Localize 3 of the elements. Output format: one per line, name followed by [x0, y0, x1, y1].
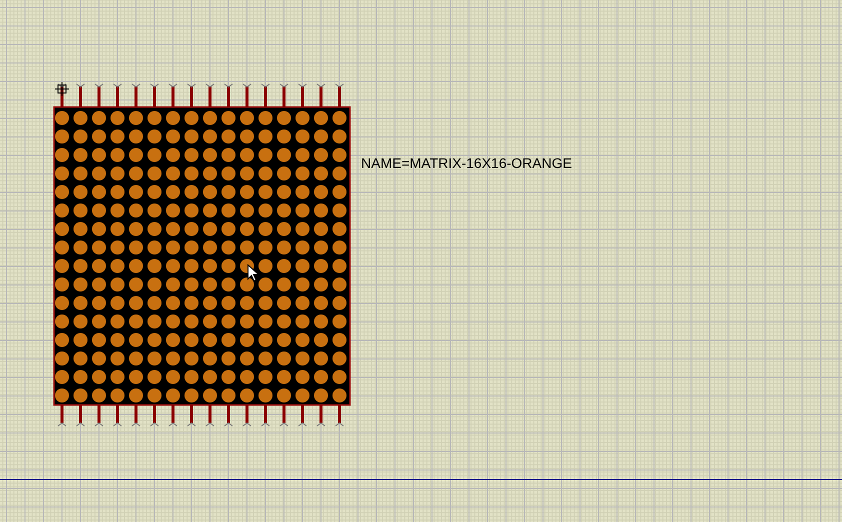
pointer-cursor-icon: [247, 264, 259, 282]
component-label: NAME=MATRIX-16X16-ORANGE: [361, 154, 572, 173]
origin-crosshair-icon: [55, 82, 69, 96]
